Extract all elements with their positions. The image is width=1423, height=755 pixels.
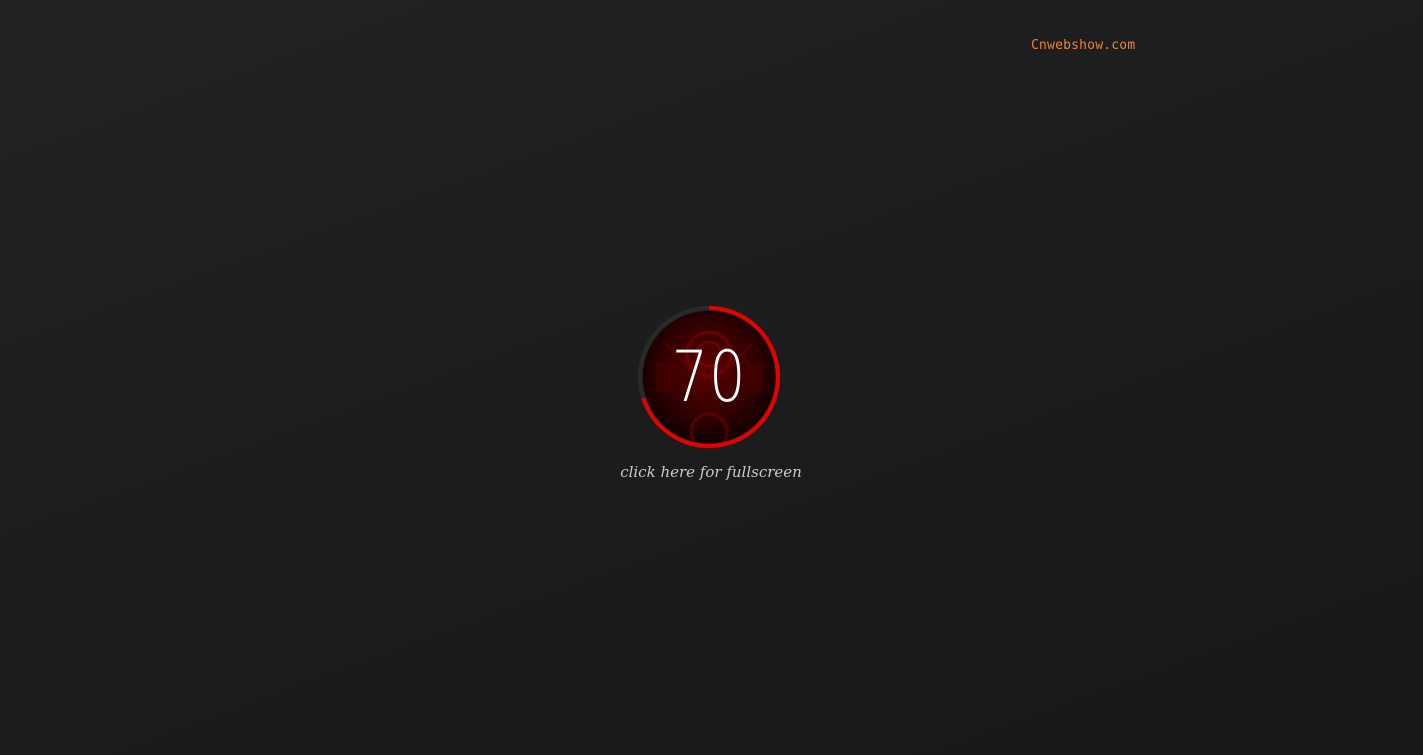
fullscreen-link[interactable]: click here for fullscreen [611,463,811,481]
progress-value: 70 [671,336,747,418]
site-link[interactable]: Cnwebshow.com [1031,38,1135,53]
progress-loader[interactable]: 70 [636,304,784,452]
